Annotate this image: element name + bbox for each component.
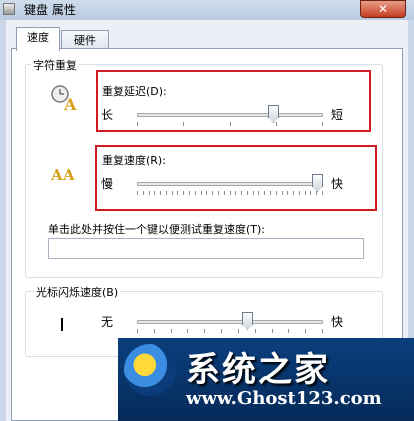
repeat-rate-tick [195, 191, 196, 195]
cursor-blink-track [137, 320, 323, 324]
cursor-blink-tick [171, 329, 172, 333]
repeat-rate-tick [212, 191, 213, 195]
tab-speed[interactable]: 速度 [16, 27, 60, 51]
repeat-rate-tick [310, 191, 311, 195]
repeat-rate-max-label: 快 [331, 177, 344, 191]
repeat-rate-tick [172, 191, 173, 195]
repeat-delay-min-label: 长 [101, 108, 114, 122]
repeat-rate-label: 重复速度(R): [102, 154, 166, 167]
repeat-rate-tick [299, 191, 300, 195]
repeat-rate-tick [154, 191, 155, 195]
repeat-rate-tick [235, 191, 236, 195]
repeat-rate-tick [276, 191, 277, 195]
watermark-title: 系统之家 [186, 350, 330, 390]
title-bar: 键盘 属性 ✕ [0, 0, 414, 20]
keyboard-icon [3, 3, 15, 15]
repeat-rate-icon: A A [50, 166, 75, 184]
watermark-logo-icon [124, 344, 176, 396]
repeat-rate-tick [137, 191, 138, 195]
repeat-rate-min-label: 慢 [101, 177, 114, 191]
repeat-delay-tick [322, 122, 323, 126]
repeat-rate-track [137, 182, 323, 186]
repeat-rate-tick [305, 191, 306, 195]
character-repeat-legend: 字符重复 [31, 57, 79, 73]
repeat-rate-tick [247, 191, 248, 195]
cursor-blink-tick [221, 329, 222, 333]
cursor-blink-slider[interactable] [137, 312, 323, 336]
cursor-blink-tick [204, 329, 205, 333]
repeat-rate-tick [282, 191, 283, 195]
svg-text:A: A [63, 95, 77, 112]
cursor-blink-thumb[interactable] [242, 312, 253, 330]
cursor-blink-tick [187, 329, 188, 333]
svg-text:A: A [50, 166, 63, 184]
repeat-rate-slider[interactable] [137, 174, 323, 198]
repeat-delay-track [137, 113, 323, 117]
repeat-delay-icon: A [51, 85, 77, 112]
repeat-rate-tick [270, 191, 271, 195]
repeat-delay-tick [137, 122, 138, 126]
repeat-rate-tick [241, 191, 242, 195]
repeat-rate-tick [206, 191, 207, 195]
repeat-delay-tick [230, 122, 231, 126]
cursor-blink-tick [272, 329, 273, 333]
repeat-delay-slider[interactable] [137, 105, 323, 129]
repeat-delay-label: 重复延迟(D): [102, 85, 167, 98]
svg-text:A: A [62, 166, 75, 184]
cursor-blink-tick [322, 329, 323, 333]
repeat-rate-tick [230, 191, 231, 195]
repeat-rate-tick [287, 191, 288, 195]
cursor-blink-min-label: 无 [101, 315, 114, 329]
cursor-blink-tick [288, 329, 289, 333]
tab-hardware[interactable]: 硬件 [61, 30, 109, 50]
cursor-blink-tick [137, 329, 138, 333]
repeat-delay-thumb[interactable] [268, 105, 279, 123]
cursor-blink-tick [305, 329, 306, 333]
cursor-blink-preview [61, 318, 63, 331]
repeat-rate-tick [149, 191, 150, 195]
cursor-blink-tick [238, 329, 239, 333]
repeat-rate-tick [253, 191, 254, 195]
repeat-rate-tick [316, 191, 317, 195]
cursor-blink-tick [255, 329, 256, 333]
repeat-rate-tick [293, 191, 294, 195]
repeat-rate-tick [224, 191, 225, 195]
repeat-test-prompt: 单击此处并按住一个键以便测试重复速度(T): [48, 223, 266, 236]
repeat-rate-tick [322, 191, 323, 195]
close-button[interactable]: ✕ [360, 0, 406, 18]
repeat-rate-tick [143, 191, 144, 195]
repeat-rate-tick [218, 191, 219, 195]
repeat-rate-tick [160, 191, 161, 195]
repeat-rate-tick [166, 191, 167, 195]
repeat-rate-tick [189, 191, 190, 195]
repeat-rate-tick [177, 191, 178, 195]
repeat-delay-tick [183, 122, 184, 126]
repeat-rate-tick [183, 191, 184, 195]
window-title: 键盘 属性 [24, 3, 76, 17]
cursor-blink-tick [154, 329, 155, 333]
cursor-blink-max-label: 快 [331, 315, 344, 329]
repeat-rate-tick [264, 191, 265, 195]
cursor-blink-legend: 光标闪烁速度(B) [34, 284, 121, 300]
repeat-rate-thumb[interactable] [312, 174, 323, 192]
repeat-delay-tick [276, 122, 277, 126]
repeat-rate-tick [201, 191, 202, 195]
repeat-test-field[interactable] [48, 238, 364, 259]
repeat-rate-tick [258, 191, 259, 195]
repeat-delay-max-label: 短 [331, 108, 344, 122]
watermark-url: www.Ghost123.com [186, 388, 382, 409]
